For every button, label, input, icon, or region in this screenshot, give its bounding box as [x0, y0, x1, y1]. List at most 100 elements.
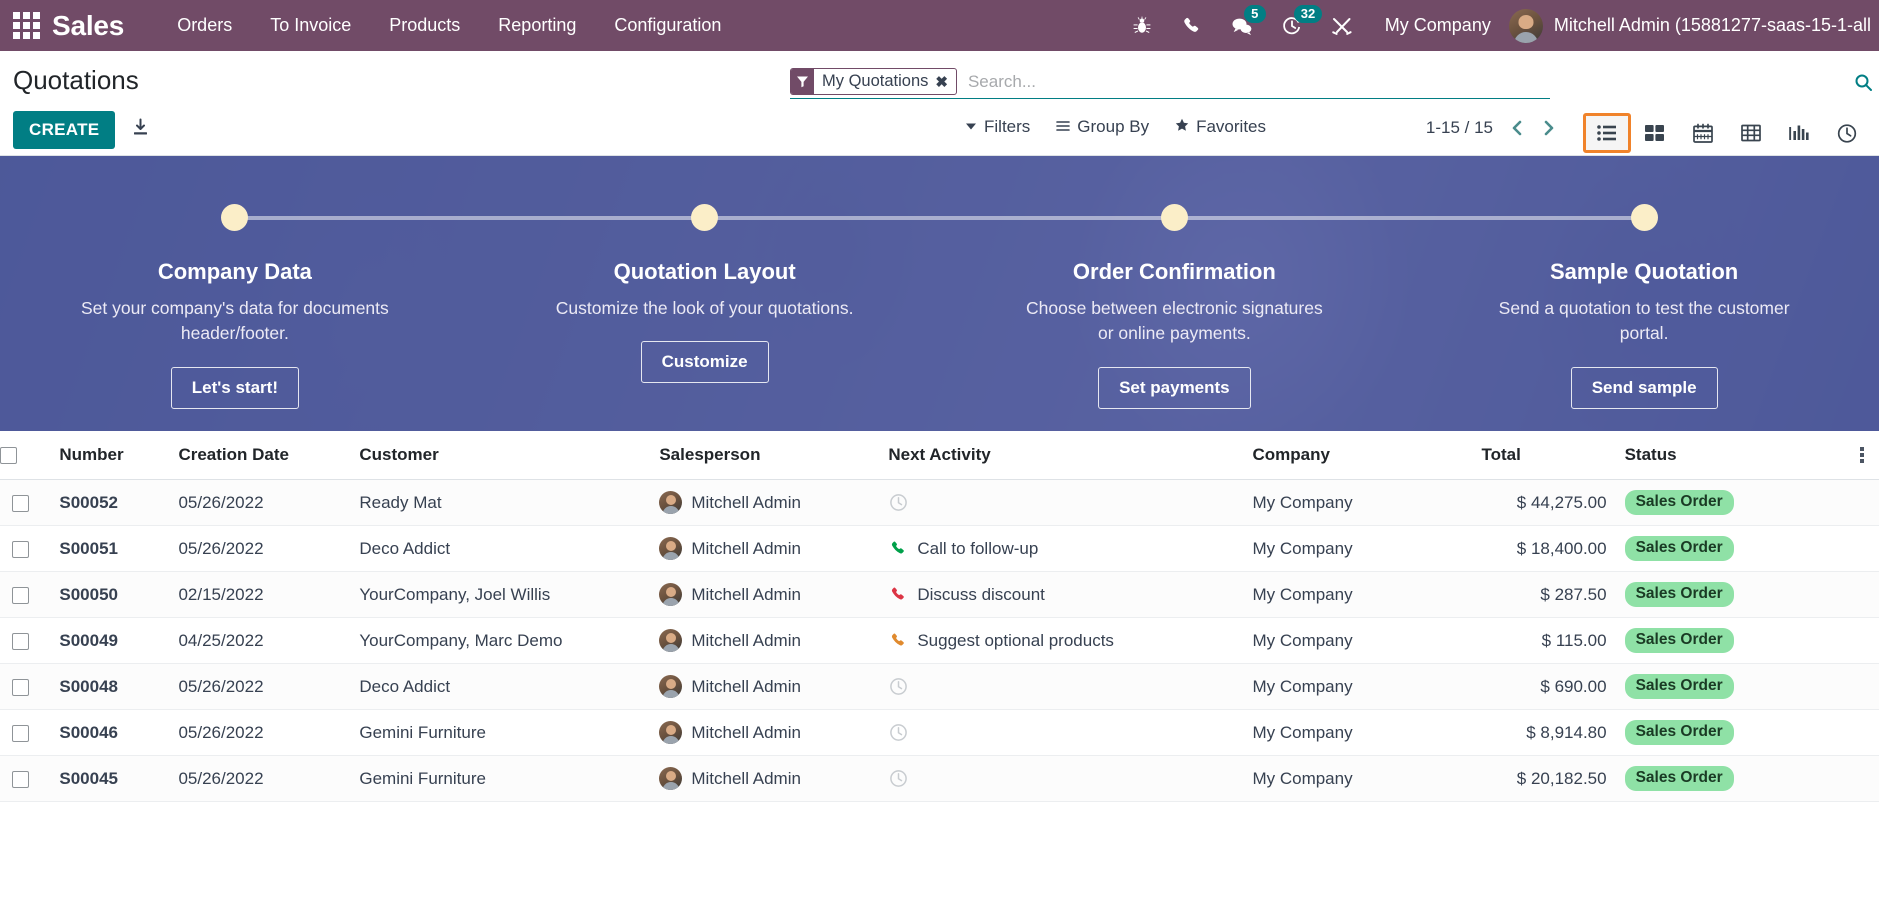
- column-header-next-activity[interactable]: Next Activity: [879, 431, 1244, 480]
- activity-phone-icon[interactable]: [888, 540, 908, 557]
- view-button-kanban[interactable]: [1631, 113, 1679, 153]
- lets-start-button[interactable]: Let's start!: [170, 366, 299, 409]
- create-button[interactable]: CREATE: [13, 111, 116, 149]
- cell-next-activity[interactable]: [879, 663, 1244, 710]
- phone-icon: [891, 633, 904, 646]
- cell-company: My Company: [1243, 709, 1473, 756]
- column-options-header[interactable]: [1844, 431, 1879, 480]
- set-payments-button[interactable]: Set payments: [1098, 366, 1251, 409]
- messages-button[interactable]: 5: [1217, 0, 1267, 51]
- user-menu[interactable]: Mitchell Admin (15881277-saas-15-1-all: [1508, 8, 1879, 43]
- column-header-number[interactable]: Number: [50, 431, 170, 480]
- pager-count: 1-15 / 15: [1425, 118, 1493, 137]
- view-button-pivot[interactable]: [1727, 113, 1775, 153]
- phone-icon: [1184, 17, 1199, 32]
- menu-item-to-invoice[interactable]: To Invoice: [251, 0, 370, 51]
- activity-clock-icon[interactable]: [888, 723, 908, 742]
- row-select-cell[interactable]: [0, 479, 51, 526]
- apps-menu-button[interactable]: [0, 0, 52, 51]
- search-box[interactable]: My Quotations ✖: [790, 68, 1872, 99]
- developer-tools-button[interactable]: [1317, 0, 1367, 51]
- view-button-activity[interactable]: [1823, 113, 1871, 153]
- salesperson-name: Mitchell Admin: [691, 630, 801, 650]
- activity-label: Call to follow-up: [917, 538, 1039, 558]
- table-row[interactable]: S00049 04/25/2022 YourCompany, Marc Demo…: [0, 617, 1879, 664]
- row-select-cell[interactable]: [0, 709, 51, 756]
- row-checkbox[interactable]: [12, 494, 30, 512]
- row-checkbox[interactable]: [12, 678, 30, 696]
- row-checkbox[interactable]: [12, 586, 30, 604]
- phone-button[interactable]: [1167, 0, 1217, 51]
- row-select-cell[interactable]: [0, 663, 51, 710]
- activity-phone-icon[interactable]: [888, 586, 908, 603]
- table-row[interactable]: S00048 05/26/2022 Deco Addict Mitchell A…: [0, 663, 1879, 710]
- cell-number[interactable]: S00051: [50, 525, 170, 572]
- send-sample-button[interactable]: Send sample: [1570, 366, 1718, 409]
- filters-button[interactable]: Filters: [965, 117, 1030, 137]
- view-button-list[interactable]: [1583, 113, 1631, 153]
- row-select-cell[interactable]: [0, 525, 51, 572]
- menu-item-products[interactable]: Products: [370, 0, 479, 51]
- column-header-salesperson[interactable]: Salesperson: [650, 431, 880, 480]
- company-switcher[interactable]: My Company: [1367, 0, 1509, 51]
- activities-button[interactable]: 32: [1267, 0, 1323, 51]
- favorites-button[interactable]: Favorites: [1175, 117, 1266, 137]
- cell-number[interactable]: S00052: [50, 479, 170, 526]
- row-checkbox[interactable]: [12, 540, 30, 558]
- activity-clock-icon[interactable]: [888, 769, 908, 788]
- pager-previous-button[interactable]: [1509, 118, 1525, 138]
- pager-next-button[interactable]: [1541, 118, 1557, 138]
- menu-item-orders[interactable]: Orders: [158, 0, 251, 51]
- table-row[interactable]: S00046 05/26/2022 Gemini Furniture Mitch…: [0, 709, 1879, 756]
- cell-next-activity[interactable]: [879, 709, 1244, 756]
- column-header-creation-date[interactable]: Creation Date: [169, 431, 351, 480]
- app-brand-sales[interactable]: Sales: [52, 11, 158, 40]
- cell-number[interactable]: S00048: [50, 663, 170, 710]
- menu-item-configuration[interactable]: Configuration: [595, 0, 740, 51]
- menu-item-reporting[interactable]: Reporting: [479, 0, 595, 51]
- activity-clock-icon[interactable]: [888, 677, 908, 696]
- column-header-customer[interactable]: Customer: [350, 431, 651, 480]
- step-title: Company Data: [157, 259, 312, 284]
- row-select-cell[interactable]: [0, 617, 51, 664]
- table-row[interactable]: S00050 02/15/2022 YourCompany, Joel Will…: [0, 571, 1879, 618]
- cell-number[interactable]: S00045: [50, 755, 170, 802]
- cell-next-activity[interactable]: [879, 479, 1244, 526]
- view-button-graph[interactable]: [1775, 113, 1823, 153]
- facet-remove-icon[interactable]: ✖: [935, 69, 956, 94]
- cell-company: My Company: [1243, 617, 1473, 664]
- table-row[interactable]: S00051 05/26/2022 Deco Addict Mitchell A…: [0, 525, 1879, 572]
- activity-phone-icon[interactable]: [888, 632, 908, 649]
- download-icon[interactable]: [131, 118, 150, 142]
- table-row[interactable]: S00052 05/26/2022 Ready Mat Mitchell Adm…: [0, 479, 1879, 526]
- view-button-calendar[interactable]: [1679, 113, 1727, 153]
- column-header-company[interactable]: Company: [1243, 431, 1473, 480]
- group-by-button[interactable]: Group By: [1056, 117, 1149, 137]
- table-row[interactable]: S00045 05/26/2022 Gemini Furniture Mitch…: [0, 755, 1879, 802]
- search-input[interactable]: [960, 69, 1550, 94]
- column-header-total[interactable]: Total: [1472, 431, 1616, 480]
- step-title: Sample Quotation: [1550, 259, 1739, 284]
- cell-next-activity[interactable]: Suggest optional products: [879, 617, 1244, 664]
- vertical-dots-icon[interactable]: [1854, 447, 1870, 463]
- bug-button[interactable]: [1117, 0, 1167, 51]
- cell-next-activity[interactable]: [879, 755, 1244, 802]
- search-icon[interactable]: [1854, 73, 1873, 97]
- customize-button[interactable]: Customize: [640, 341, 769, 384]
- cell-number[interactable]: S00049: [50, 617, 170, 664]
- step-connector-line: [704, 216, 1175, 220]
- cell-next-activity[interactable]: Call to follow-up: [879, 525, 1244, 572]
- row-select-cell[interactable]: [0, 571, 51, 618]
- cell-next-activity[interactable]: Discuss discount: [879, 571, 1244, 618]
- cell-number[interactable]: S00046: [50, 709, 170, 756]
- cell-number[interactable]: S00050: [50, 571, 170, 618]
- cell-salesperson: Mitchell Admin: [650, 617, 880, 664]
- row-select-cell[interactable]: [0, 755, 51, 802]
- select-all-checkbox[interactable]: [0, 447, 17, 465]
- row-checkbox[interactable]: [12, 770, 30, 788]
- row-checkbox[interactable]: [12, 724, 30, 742]
- column-header-status[interactable]: Status: [1615, 431, 1845, 480]
- activity-clock-icon[interactable]: [888, 493, 908, 512]
- search-facet-my-quotations[interactable]: My Quotations ✖: [790, 68, 957, 95]
- row-checkbox[interactable]: [12, 632, 30, 650]
